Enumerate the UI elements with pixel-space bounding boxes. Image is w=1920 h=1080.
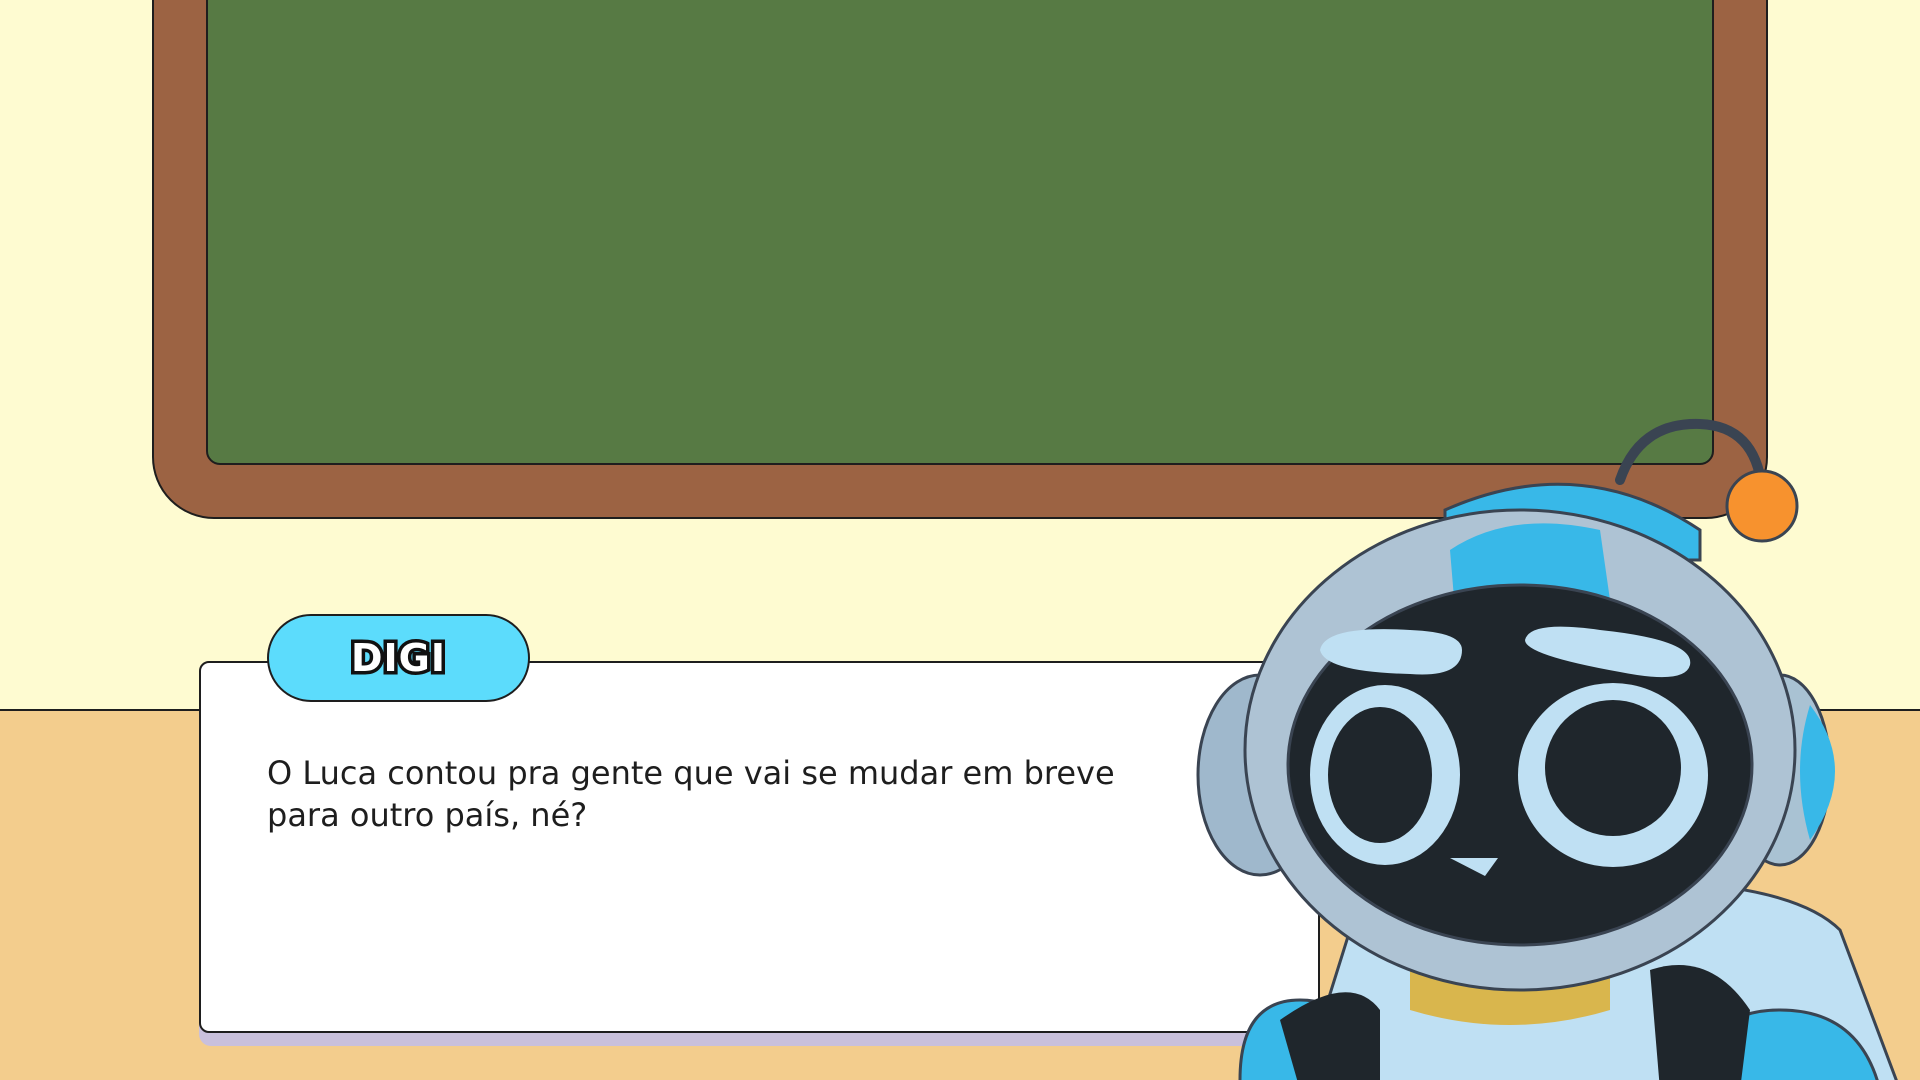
robot-right-ear-accent [1800,705,1835,840]
robot-left-pupil [1328,707,1432,843]
dialog-box[interactable] [199,661,1320,1033]
chalkboard [206,0,1714,465]
robot-character-icon [1196,418,1898,1080]
dialog-text: O Luca contou pra gente que vai se mudar… [267,754,1115,834]
speaker-name: DIGI [347,633,448,684]
game-scene: DIGI O Luca contou pra gente que vai se … [0,0,1920,1080]
speaker-name-tag: DIGI [267,614,530,702]
robot-right-pupil [1545,700,1681,836]
antenna-ball [1725,469,1799,543]
